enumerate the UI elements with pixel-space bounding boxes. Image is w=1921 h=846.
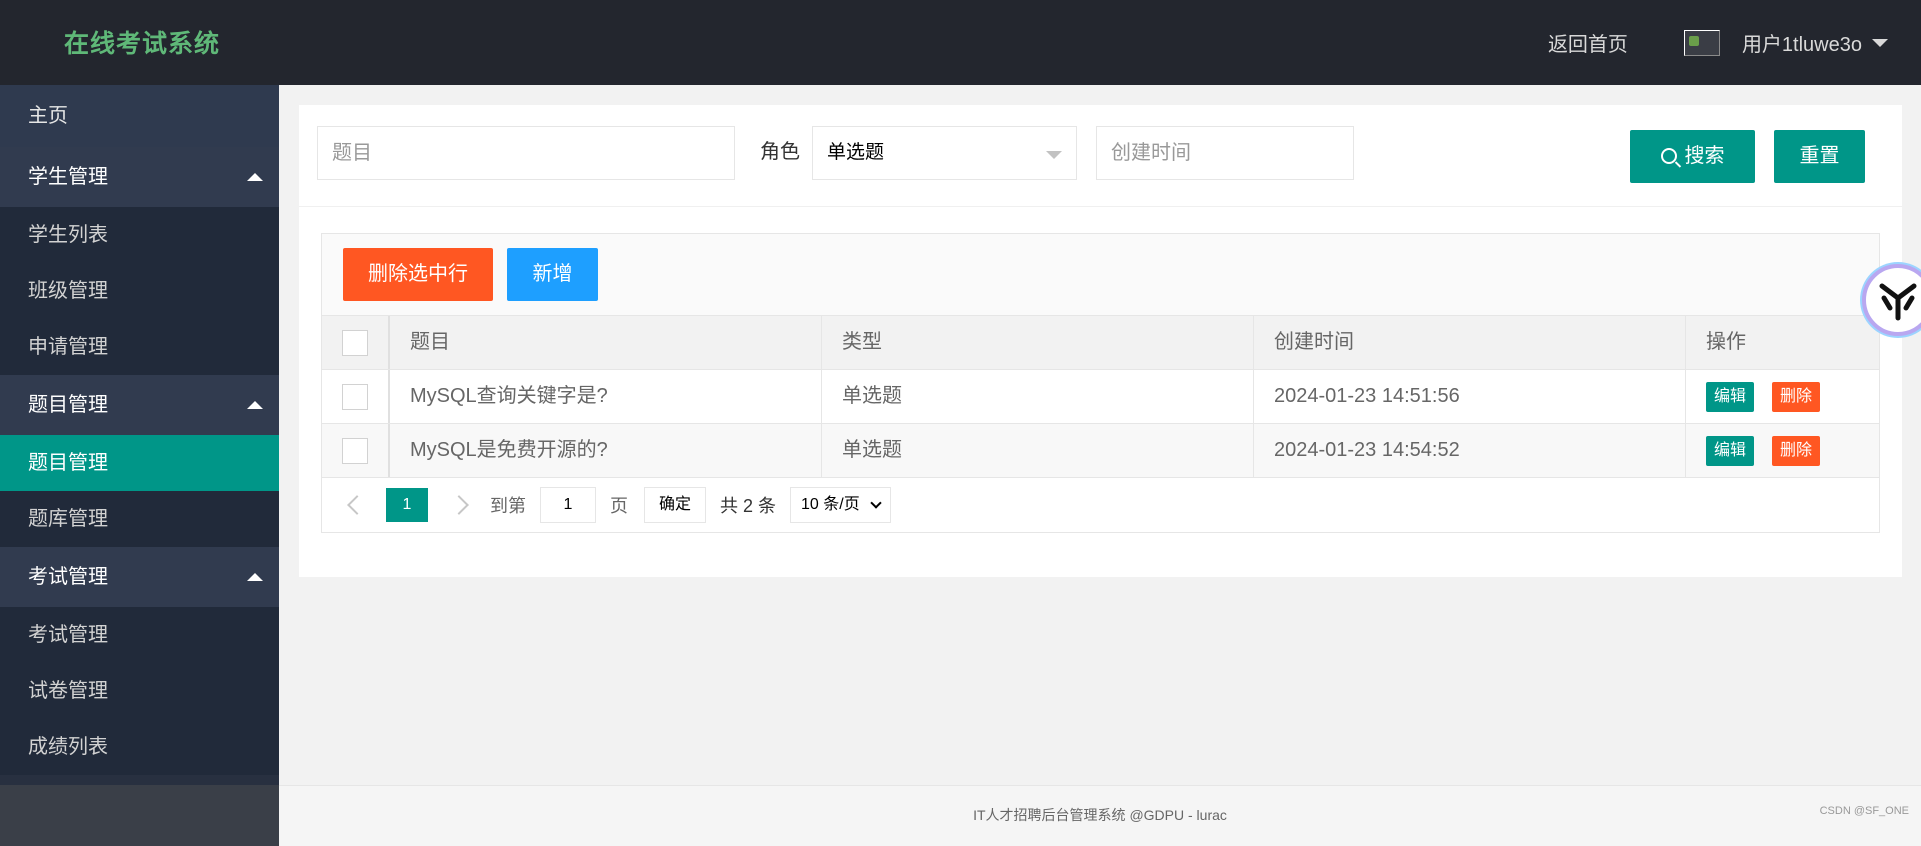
user-menu-caret-icon[interactable] (1872, 38, 1888, 47)
cell-type: 单选题 (822, 424, 1254, 477)
delete-button[interactable]: 删除 (1772, 381, 1821, 412)
cell-actions: 编辑 删除 (1686, 370, 1879, 423)
sidebar-item-application-management[interactable]: 申请管理 (0, 319, 279, 375)
caret-up-icon (247, 573, 263, 581)
sidebar-item-class-management[interactable]: 班级管理 (0, 263, 279, 319)
user-name[interactable]: 用户1tluwe3o (1742, 28, 1862, 57)
role-select[interactable]: 单选题 (812, 126, 1077, 180)
pagination: 1 到第 1 页 确定 共 2 条 10 条/页 (322, 478, 1879, 532)
sidebar-group-label: 题目管理 (28, 394, 108, 416)
home-link[interactable]: 返回首页 (1548, 28, 1628, 57)
column-header-created[interactable]: 创建时间 (1254, 316, 1686, 369)
delete-selected-button[interactable]: 删除选中行 (343, 248, 493, 301)
add-button[interactable]: 新增 (507, 248, 598, 301)
page-size-select[interactable]: 10 条/页 (790, 487, 891, 523)
sidebar-item-score-list[interactable]: 成绩列表 (0, 719, 279, 775)
column-header-type[interactable]: 类型 (822, 316, 1254, 369)
goto-confirm-button[interactable]: 确定 (644, 487, 707, 523)
sidebar-item-student-list[interactable]: 学生列表 (0, 207, 279, 263)
top-header: 在线考试系统 返回首页 用户1tluwe3o (0, 0, 1921, 85)
goto-page-input[interactable]: 1 (540, 487, 596, 523)
table-toolbar: 删除选中行 新增 (322, 234, 1879, 316)
sidebar-item-exam-management[interactable]: 考试管理 (0, 607, 279, 663)
cell-created: 2024-01-23 14:54:52 (1254, 424, 1686, 477)
row-checkbox[interactable] (342, 437, 368, 464)
page-footer: IT人才招聘后台管理系统 @GDPU - lurac CSDN @SF_ONE (279, 785, 1921, 846)
sidebar-item-question-management[interactable]: 题目管理 (0, 435, 279, 491)
sidebar-group-label: 学生管理 (28, 166, 108, 188)
sidebar-bottom (0, 785, 279, 846)
goto-label: 到第 (490, 496, 526, 516)
row-checkbox-cell (322, 424, 390, 477)
search-icon (1660, 148, 1677, 164)
row-checkbox-cell (322, 370, 390, 423)
column-header-title[interactable]: 题目 (390, 316, 822, 369)
page-size-value: 10 条/页 (801, 496, 860, 513)
search-button-label: 搜索 (1684, 145, 1725, 167)
watermark: CSDN @SF_ONE (1819, 805, 1909, 817)
footer-text: IT人才招聘后台管理系统 @GDPU - lurac (973, 807, 1227, 823)
edit-button[interactable]: 编辑 (1706, 435, 1755, 466)
reset-button[interactable]: 重置 (1774, 130, 1865, 183)
sidebar-group-questions[interactable]: 题目管理 (0, 375, 279, 435)
role-select-value: 单选题 (827, 142, 885, 163)
next-page-icon[interactable] (449, 495, 469, 515)
content-card: 题目 角色 单选题 创建时间 搜索 重置 删除选中行 新增 题目 类型 创建时间… (299, 105, 1902, 577)
caret-up-icon (247, 401, 263, 409)
header-right: 返回首页 用户1tluwe3o (1548, 0, 1921, 85)
prev-page-icon[interactable] (347, 495, 367, 515)
cell-title: MySQL查询关键字是? (390, 370, 822, 423)
table-container: 删除选中行 新增 题目 类型 创建时间 操作 MySQL查询关键字是? 单选题 … (321, 233, 1880, 533)
search-button[interactable]: 搜索 (1630, 130, 1755, 183)
edit-button[interactable]: 编辑 (1706, 381, 1755, 412)
total-count: 共 2 条 (720, 496, 777, 516)
cell-actions: 编辑 删除 (1686, 424, 1879, 477)
cell-title: MySQL是免费开源的? (390, 424, 822, 477)
chevron-down-icon (870, 496, 882, 509)
sidebar-item-home[interactable]: 主页 (0, 85, 279, 147)
assistant-logo-icon (1879, 283, 1917, 321)
delete-button[interactable]: 删除 (1772, 435, 1821, 466)
cell-created: 2024-01-23 14:51:56 (1254, 370, 1686, 423)
sidebar-item-question-bank[interactable]: 题库管理 (0, 491, 279, 547)
caret-up-icon (247, 173, 263, 181)
avatar[interactable] (1683, 29, 1720, 56)
table-row: MySQL查询关键字是? 单选题 2024-01-23 14:51:56 编辑删… (322, 370, 1879, 424)
table-row: MySQL是免费开源的? 单选题 2024-01-23 14:54:52 编辑删… (322, 424, 1879, 478)
create-time-input[interactable]: 创建时间 (1096, 126, 1354, 180)
row-checkbox[interactable] (342, 383, 368, 410)
search-bar: 题目 角色 单选题 创建时间 搜索 重置 (299, 105, 1902, 207)
sidebar-group-students[interactable]: 学生管理 (0, 147, 279, 207)
table-header-row: 题目 类型 创建时间 操作 (322, 316, 1879, 370)
header-checkbox-cell (322, 316, 390, 369)
question-table: 题目 类型 创建时间 操作 MySQL查询关键字是? 单选题 2024-01-2… (322, 316, 1879, 478)
cell-type: 单选题 (822, 370, 1254, 423)
select-all-checkbox[interactable] (342, 329, 368, 356)
sidebar-item-paper-management[interactable]: 试卷管理 (0, 663, 279, 719)
sidebar-group-exams[interactable]: 考试管理 (0, 547, 279, 607)
app-logo[interactable]: 在线考试系统 (64, 24, 220, 60)
page-number-current[interactable]: 1 (386, 488, 428, 522)
sidebar-group-label: 考试管理 (28, 566, 108, 588)
main-content: 题目 角色 单选题 创建时间 搜索 重置 删除选中行 新增 题目 类型 创建时间… (279, 85, 1921, 785)
chevron-down-icon (1046, 151, 1062, 159)
sidebar: 主页 学生管理 学生列表 班级管理 申请管理 题目管理 题目管理 题库管理 考试… (0, 85, 279, 785)
role-label: 角色 (760, 141, 800, 163)
title-search-input[interactable]: 题目 (317, 126, 735, 180)
column-header-actions: 操作 (1706, 331, 1746, 353)
page-label: 页 (610, 496, 628, 516)
